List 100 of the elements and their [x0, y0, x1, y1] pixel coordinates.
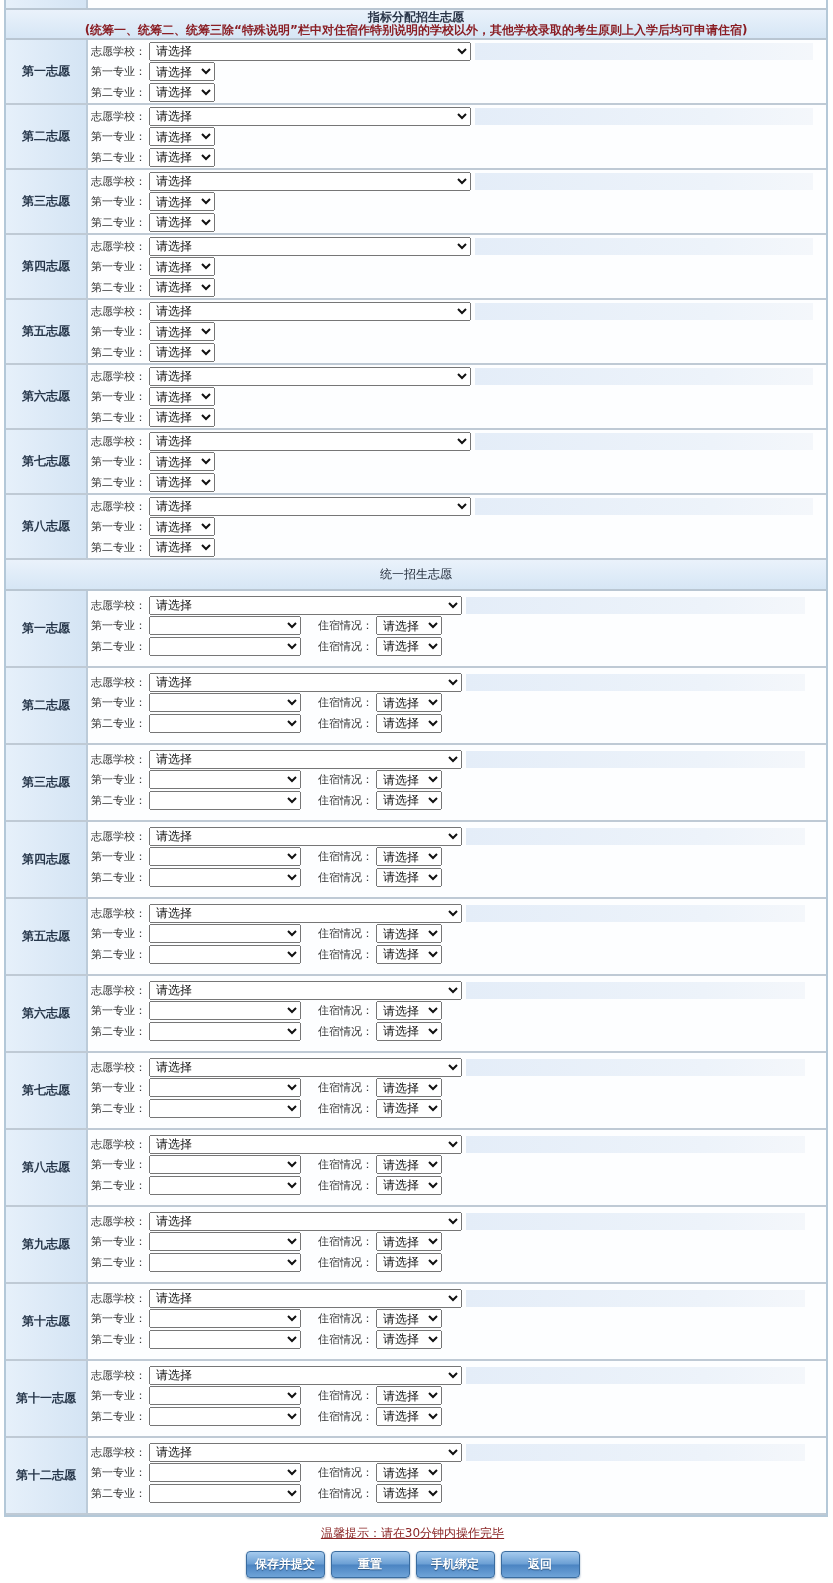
field-label: 第二专业：	[91, 715, 147, 731]
major-select[interactable]	[149, 1155, 301, 1175]
school-select[interactable]: 请选择	[149, 1442, 462, 1462]
major-select[interactable]: 请选择	[149, 407, 215, 427]
major-select[interactable]	[149, 847, 301, 867]
major-select[interactable]	[149, 1386, 301, 1406]
housing-select[interactable]: 请选择	[376, 1252, 442, 1272]
major-select[interactable]: 请选择	[149, 517, 215, 537]
school-select[interactable]: 请选择	[149, 366, 471, 386]
school-select[interactable]: 请选择	[149, 431, 471, 451]
housing-select[interactable]: 请选择	[376, 693, 442, 713]
field-label: 第一专业：	[91, 194, 147, 210]
school-select[interactable]: 请选择	[149, 749, 462, 769]
housing-select[interactable]: 请选择	[376, 1021, 442, 1041]
school-select[interactable]: 请选择	[149, 903, 462, 923]
major-select[interactable]: 请选择	[149, 387, 215, 407]
major-select[interactable]: 请选择	[149, 537, 215, 557]
school-select[interactable]: 请选择	[149, 1134, 462, 1154]
major-select[interactable]: 请选择	[149, 82, 215, 102]
major-select[interactable]: 请选择	[149, 212, 215, 232]
major-select[interactable]: 请选择	[149, 147, 215, 167]
housing-select[interactable]: 请选择	[376, 790, 442, 810]
school-select[interactable]: 请选择	[149, 1365, 462, 1385]
housing-select[interactable]: 请选择	[376, 616, 442, 636]
major-select[interactable]	[149, 1463, 301, 1483]
housing-select[interactable]: 请选择	[376, 1463, 442, 1483]
housing-select[interactable]: 请选择	[376, 1098, 442, 1118]
major-select[interactable]	[149, 1175, 301, 1195]
housing-select[interactable]: 请选择	[376, 1155, 442, 1175]
major-select[interactable]	[149, 770, 301, 790]
major-select[interactable]	[149, 616, 301, 636]
housing-select[interactable]: 请选择	[376, 770, 442, 790]
housing-select[interactable]: 请选择	[376, 1001, 442, 1021]
major-select[interactable]	[149, 1021, 301, 1041]
housing-select[interactable]: 请选择	[376, 1078, 442, 1098]
major-select[interactable]	[149, 1078, 301, 1098]
major-select[interactable]	[149, 1098, 301, 1118]
major-select[interactable]: 请选择	[149, 257, 215, 277]
choice-heading-cell: 第五志愿	[6, 899, 88, 974]
field-label: 第一专业：	[91, 1234, 147, 1250]
major-select[interactable]	[149, 713, 301, 733]
major-select[interactable]	[149, 1483, 301, 1503]
major-select[interactable]	[149, 867, 301, 887]
major-select[interactable]	[149, 1309, 301, 1329]
school-select[interactable]: 请选择	[149, 496, 471, 516]
field-label: 第二专业：	[91, 539, 147, 555]
housing-select[interactable]: 请选择	[376, 1386, 442, 1406]
field-label: 住宿情况：	[318, 1023, 374, 1039]
major-select[interactable]	[149, 790, 301, 810]
major-select[interactable]	[149, 693, 301, 713]
school-select[interactable]: 请选择	[149, 301, 471, 321]
major-select[interactable]: 请选择	[149, 322, 215, 342]
major-select[interactable]	[149, 1232, 301, 1252]
field-label: 住宿情况：	[318, 1003, 374, 1019]
major-select[interactable]: 请选择	[149, 192, 215, 212]
housing-select[interactable]: 请选择	[376, 636, 442, 656]
major-select[interactable]: 请选择	[149, 62, 215, 82]
housing-select[interactable]: 请选择	[376, 924, 442, 944]
major-select[interactable]: 请选择	[149, 277, 215, 297]
school-select[interactable]: 请选择	[149, 826, 462, 846]
housing-select[interactable]: 请选择	[376, 1406, 442, 1426]
school-select[interactable]: 请选择	[149, 1288, 462, 1308]
major-select[interactable]	[149, 924, 301, 944]
school-select[interactable]: 请选择	[149, 236, 471, 256]
field-label: 第一专业：	[91, 1003, 147, 1019]
major-select[interactable]: 请选择	[149, 342, 215, 362]
housing-select[interactable]: 请选择	[376, 944, 442, 964]
major-select[interactable]	[149, 1001, 301, 1021]
field-label: 第二专业：	[91, 1331, 147, 1347]
field-label: 志愿学校：	[91, 905, 147, 921]
choice-heading-cell: 第一志愿	[6, 40, 88, 103]
housing-select[interactable]: 请选择	[376, 1232, 442, 1252]
field-label: 住宿情况：	[318, 1157, 374, 1173]
choice-heading-cell: 第八志愿	[6, 1130, 88, 1205]
housing-select[interactable]: 请选择	[376, 847, 442, 867]
housing-select[interactable]: 请选择	[376, 713, 442, 733]
school-select[interactable]: 请选择	[149, 41, 471, 61]
major-select[interactable]	[149, 944, 301, 964]
major-select[interactable]	[149, 1406, 301, 1426]
housing-select[interactable]: 请选择	[376, 1175, 442, 1195]
school-select[interactable]: 请选择	[149, 672, 462, 692]
school-select[interactable]: 请选择	[149, 980, 462, 1000]
major-select[interactable]: 请选择	[149, 452, 215, 472]
major-select[interactable]	[149, 1252, 301, 1272]
field-label: 志愿学校：	[91, 597, 147, 613]
major-select[interactable]	[149, 1329, 301, 1349]
school-select[interactable]: 请选择	[149, 106, 471, 126]
school-select[interactable]: 请选择	[149, 595, 462, 615]
major-select[interactable]: 请选择	[149, 127, 215, 147]
major-select[interactable]: 请选择	[149, 472, 215, 492]
housing-select[interactable]: 请选择	[376, 1329, 442, 1349]
housing-select[interactable]: 请选择	[376, 1309, 442, 1329]
major-select[interactable]	[149, 636, 301, 656]
school-select[interactable]: 请选择	[149, 1057, 462, 1077]
housing-select[interactable]: 请选择	[376, 867, 442, 887]
school-select[interactable]: 请选择	[149, 171, 471, 191]
field-label: 第一专业：	[91, 519, 147, 535]
housing-select[interactable]: 请选择	[376, 1483, 442, 1503]
field-label: 志愿学校：	[91, 43, 147, 59]
school-select[interactable]: 请选择	[149, 1211, 462, 1231]
